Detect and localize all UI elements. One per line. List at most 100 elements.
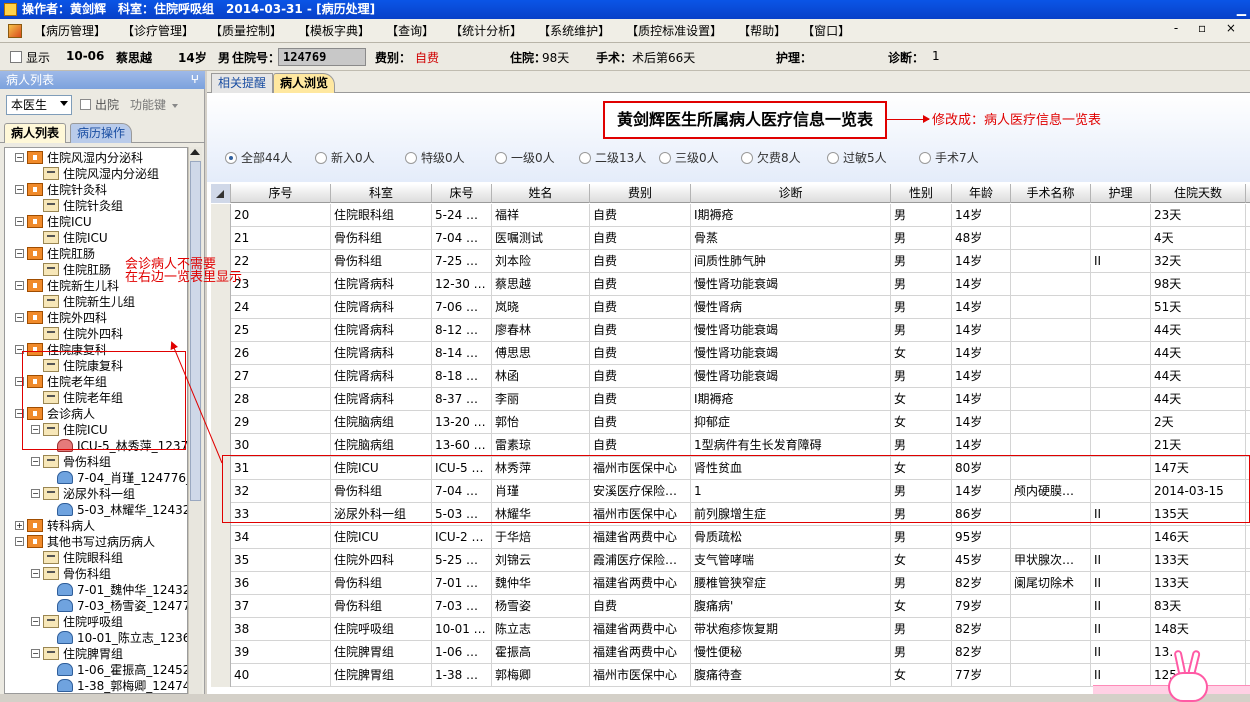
table-cell[interactable] xyxy=(1011,664,1091,687)
table-cell[interactable]: 51天 xyxy=(1151,296,1246,319)
table-cell[interactable]: 14岁 xyxy=(952,342,1011,365)
table-row[interactable]: 20 住院眼科组 5-24 … 福祥 自费 Ⅰ期褥疮男 14岁 23天 xyxy=(211,204,1250,227)
table-cell[interactable]: 骨伤科组 xyxy=(331,227,432,250)
table-row[interactable]: 22 骨伤科组 7-25 … 刘本险 自费 间质性肺气肿男 14岁 II 32天 xyxy=(211,250,1250,273)
table-cell[interactable] xyxy=(1246,549,1250,572)
collapse-icon[interactable]: − xyxy=(31,569,40,578)
minimize-icon[interactable]: ▁ xyxy=(1237,0,1246,19)
menu-item-2[interactable]: 【质量控制】 xyxy=(202,19,290,42)
table-cell[interactable] xyxy=(1246,664,1250,687)
table-cell[interactable]: 34 xyxy=(231,526,331,549)
table-cell[interactable]: 男 xyxy=(891,526,952,549)
table-cell[interactable]: 133天 xyxy=(1151,572,1246,595)
table-row[interactable]: 28 住院肾病科 8-37 … 李丽 自费 Ⅰ期褥疮女 14岁 44天 xyxy=(211,388,1250,411)
tree-node-group[interactable]: 住院眼科组 xyxy=(31,550,187,566)
table-cell[interactable] xyxy=(1246,365,1250,388)
table-cell[interactable]: 福建省两费中心 xyxy=(590,641,691,664)
collapse-icon[interactable]: − xyxy=(31,457,40,466)
table-cell[interactable]: 4天 xyxy=(1151,227,1246,250)
table-cell[interactable]: 女 xyxy=(891,342,952,365)
table-cell[interactable]: 21 xyxy=(231,227,331,250)
table-cell[interactable]: 住院肾病科 xyxy=(331,296,432,319)
table-cell[interactable]: 陈立志 xyxy=(492,618,590,641)
menu-item-4[interactable]: 【查询】 xyxy=(378,19,442,42)
column-header-3[interactable]: 姓名 xyxy=(492,184,590,203)
table-cell[interactable]: 骨伤科组 xyxy=(331,250,432,273)
table-cell[interactable]: 住院眼科组 xyxy=(331,204,432,227)
table-cell[interactable]: 36 xyxy=(231,572,331,595)
table-cell[interactable]: 7-03 … xyxy=(432,595,492,618)
table-cell[interactable] xyxy=(1011,411,1091,434)
table-cell[interactable]: 79岁 xyxy=(952,595,1011,618)
table-cell[interactable]: 自费 xyxy=(590,319,691,342)
table-cell[interactable] xyxy=(1246,526,1250,549)
table-cell[interactable]: 13-20 … xyxy=(432,411,492,434)
table-row[interactable]: 24 住院肾病科 7-06 … 岚晓 自费 慢性肾病男 14岁 51天 xyxy=(211,296,1250,319)
table-cell[interactable]: 女 xyxy=(891,549,952,572)
table-cell[interactable]: 阑尾切除术 xyxy=(1011,572,1091,595)
table-row[interactable]: 34 住院ICU ICU-2 … 于华焙 福建省两费中心 骨质疏松男 95岁 146天 xyxy=(211,526,1250,549)
table-cell[interactable]: 慢性肾功能衰竭 xyxy=(691,319,891,342)
collapse-icon[interactable]: − xyxy=(31,489,40,498)
row-header[interactable] xyxy=(211,296,231,319)
tree-node-pat[interactable]: 5-03_林耀华_124322 xyxy=(45,502,187,518)
row-header[interactable] xyxy=(211,641,231,664)
table-cell[interactable] xyxy=(1091,273,1151,296)
radio-icon[interactable] xyxy=(225,152,237,164)
radio-icon[interactable] xyxy=(315,152,327,164)
table-cell[interactable] xyxy=(1246,273,1250,296)
table-cell[interactable]: 8-12 … xyxy=(432,319,492,342)
table-cell[interactable] xyxy=(1011,365,1091,388)
tree-node-dept[interactable]: − 其他书写过病历病人 xyxy=(15,534,187,550)
table-cell[interactable]: 住院肾病科 xyxy=(331,319,432,342)
table-cell[interactable] xyxy=(1011,526,1091,549)
tree-node-pat[interactable]: 1-06_霍振高_124524 xyxy=(45,662,187,678)
table-cell[interactable] xyxy=(1091,319,1151,342)
table-cell[interactable]: 35 xyxy=(231,549,331,572)
table-cell[interactable] xyxy=(1011,227,1091,250)
table-cell[interactable]: 24 xyxy=(231,296,331,319)
mascot-rabbit-icon[interactable] xyxy=(1150,649,1220,702)
show-checkbox[interactable] xyxy=(10,51,22,63)
tree-node-group[interactable]: 住院新生儿组 xyxy=(31,294,187,310)
grid-corner[interactable] xyxy=(211,184,231,203)
table-cell[interactable]: 30 xyxy=(231,434,331,457)
table-cell[interactable]: 骨质疏松 xyxy=(691,526,891,549)
menu-item-5[interactable]: 【统计分析】 xyxy=(442,19,530,42)
table-cell[interactable] xyxy=(1246,319,1250,342)
table-cell[interactable]: 郭怡 xyxy=(492,411,590,434)
table-cell[interactable] xyxy=(1246,388,1250,411)
table-cell[interactable]: 8-37 … xyxy=(432,388,492,411)
tree-node-pat[interactable]: 7-03_杨雪姿_124773 xyxy=(45,598,187,614)
tab-record-operations[interactable]: 病历操作 xyxy=(70,123,133,143)
row-header[interactable] xyxy=(211,227,231,250)
row-header[interactable] xyxy=(211,434,231,457)
table-cell[interactable]: 20 xyxy=(231,204,331,227)
table-cell[interactable]: 住院脑病组 xyxy=(331,411,432,434)
table-cell[interactable]: 26 xyxy=(231,342,331,365)
table-cell[interactable] xyxy=(1246,434,1250,457)
collapse-icon[interactable]: − xyxy=(15,281,24,290)
table-cell[interactable]: 福建省两费中心 xyxy=(590,618,691,641)
tree-node-group[interactable]: − 骨伤科组 xyxy=(31,454,187,470)
column-header-5[interactable]: 诊断 xyxy=(691,184,891,203)
table-cell[interactable]: 男 xyxy=(891,365,952,388)
mdi-window-controls[interactable]: - ▫ × xyxy=(1174,21,1244,35)
table-cell[interactable]: ICU-2 … xyxy=(432,526,492,549)
table-row[interactable]: 40 住院脾胃组 1-38 … 郭梅卿 福州市医保中心 腹痛待查女 77岁 II 125… xyxy=(211,664,1250,687)
tree-scrollbar[interactable] xyxy=(188,147,202,694)
row-header[interactable] xyxy=(211,411,231,434)
tree-node-group[interactable]: − 骨伤科组 xyxy=(31,566,187,582)
table-cell[interactable]: 82岁 xyxy=(952,641,1011,664)
table-cell[interactable]: 慢性肾功能衰竭 xyxy=(691,273,891,296)
table-cell[interactable]: 14岁 xyxy=(952,365,1011,388)
table-row[interactable]: 38 住院呼吸组 10-01 … 陈立志 福建省两费中心 带状疱疹恢复期男 82岁 II 148… xyxy=(211,618,1250,641)
table-cell[interactable]: 自费 xyxy=(590,227,691,250)
table-cell[interactable]: 间质性肺气肿 xyxy=(691,250,891,273)
menu-item-0[interactable]: 【病历管理】 xyxy=(26,19,114,42)
table-cell[interactable]: 雷素琼 xyxy=(492,434,590,457)
table-cell[interactable] xyxy=(1011,250,1091,273)
table-row[interactable]: 23 住院肾病科 12-30 … 蔡思越 自费 慢性肾功能衰竭男 14岁 98天 xyxy=(211,273,1250,296)
table-cell[interactable]: 23天 xyxy=(1151,204,1246,227)
table-cell[interactable]: 霞浦医疗保险… xyxy=(590,549,691,572)
